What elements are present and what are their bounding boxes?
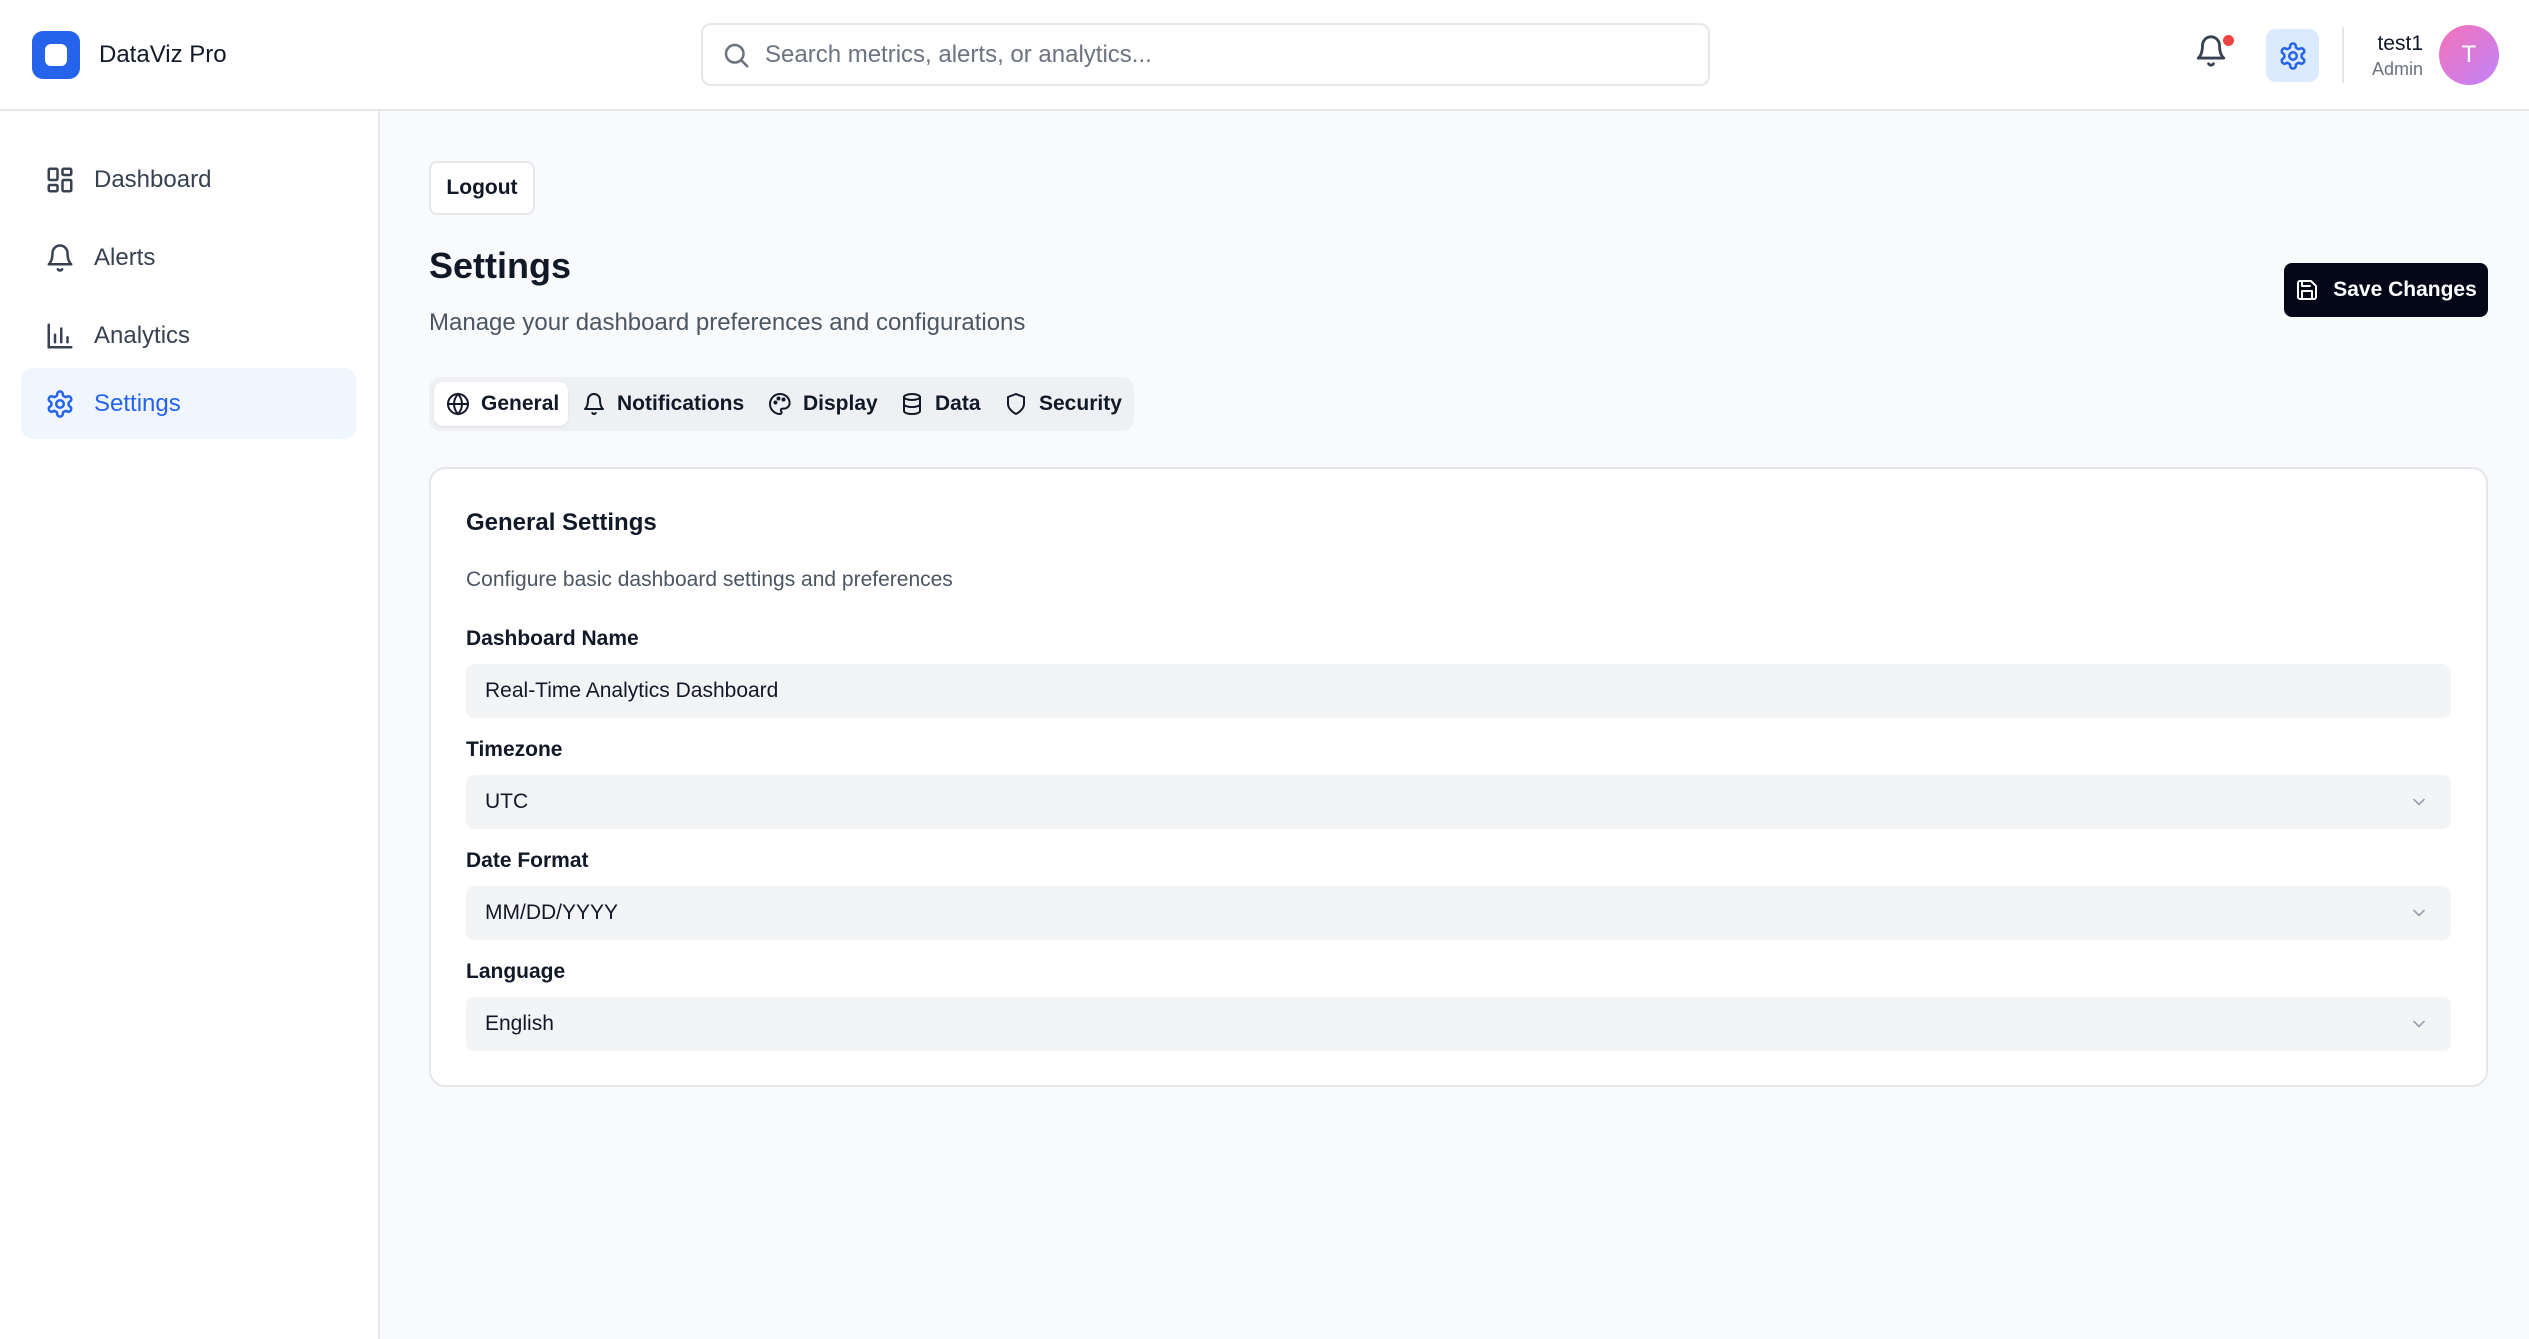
user-info: test1 Admin xyxy=(2350,30,2423,80)
general-settings-card: General Settings Configure basic dashboa… xyxy=(429,467,2488,1087)
field-value: Real-Time Analytics Dashboard xyxy=(485,679,779,702)
page-subtitle: Manage your dashboard preferences and co… xyxy=(429,309,1026,336)
sidebar-item-analytics[interactable]: Analytics xyxy=(21,300,356,371)
gear-icon xyxy=(2278,41,2308,71)
top-bar: DataViz Pro test1 Admin T xyxy=(0,0,2529,111)
save-changes-button[interactable]: Save Changes xyxy=(2284,263,2488,317)
field-value: English xyxy=(485,1012,554,1035)
shield-icon xyxy=(1004,392,1028,416)
bell-icon xyxy=(45,243,75,273)
tab-label: Data xyxy=(935,392,981,415)
dashboard-grid-icon xyxy=(45,165,75,195)
sidebar: Dashboard Alerts Analytics Settings xyxy=(0,111,380,1339)
tab-display[interactable]: Display xyxy=(756,382,886,426)
dashboard-name-label: Dashboard Name xyxy=(466,627,639,650)
gear-icon xyxy=(45,389,75,419)
timezone-select[interactable]: UTC xyxy=(466,775,2451,829)
tab-label: Security xyxy=(1039,392,1122,415)
header-divider xyxy=(2342,27,2344,83)
field-value: MM/DD/YYYY xyxy=(485,901,619,924)
user-role: Admin xyxy=(2371,59,2423,79)
tab-data[interactable]: Data xyxy=(888,382,990,426)
notification-dot xyxy=(2223,35,2234,46)
search-input[interactable] xyxy=(765,40,1665,69)
globe-icon xyxy=(446,392,470,416)
language-select[interactable]: English xyxy=(466,997,2451,1051)
sidebar-item-label: Settings xyxy=(94,389,181,417)
sidebar-item-dashboard[interactable]: Dashboard xyxy=(21,144,356,215)
card-description: Configure basic dashboard settings and p… xyxy=(466,568,953,591)
database-icon xyxy=(900,392,924,416)
tab-notifications[interactable]: Notifications xyxy=(570,382,754,426)
app-logo-icon xyxy=(32,31,80,79)
sidebar-item-alerts[interactable]: Alerts xyxy=(21,222,356,293)
notifications-button[interactable] xyxy=(2194,34,2236,76)
date-format-label: Date Format xyxy=(466,849,589,872)
sidebar-item-label: Alerts xyxy=(94,243,156,271)
chevron-down-icon xyxy=(2409,1014,2429,1034)
date-format-select[interactable]: MM/DD/YYYY xyxy=(466,886,2451,940)
bell-icon xyxy=(582,392,606,416)
card-title: General Settings xyxy=(466,509,657,536)
save-button-label: Save Changes xyxy=(2333,278,2477,301)
main-content: Logout Settings Manage your dashboard pr… xyxy=(381,111,2529,1339)
tab-security[interactable]: Security xyxy=(992,382,1129,426)
app-name: DataViz Pro xyxy=(99,41,227,68)
user-name: test1 xyxy=(2377,32,2423,55)
field-value: UTC xyxy=(485,790,529,813)
timezone-label: Timezone xyxy=(466,738,563,761)
sidebar-item-settings[interactable]: Settings xyxy=(21,368,356,439)
avatar[interactable]: T xyxy=(2439,25,2499,85)
brand[interactable]: DataViz Pro xyxy=(32,31,227,79)
search-bar[interactable] xyxy=(701,23,1710,86)
bar-chart-icon xyxy=(45,321,75,351)
settings-button[interactable] xyxy=(2266,29,2319,82)
dashboard-name-input[interactable]: Real-Time Analytics Dashboard xyxy=(466,664,2451,718)
tab-label: Notifications xyxy=(617,392,745,415)
language-label: Language xyxy=(466,960,566,983)
tab-label: Display xyxy=(803,392,878,415)
sidebar-item-label: Dashboard xyxy=(94,165,212,193)
search-icon xyxy=(721,40,751,70)
tab-label: General xyxy=(481,392,560,415)
palette-icon xyxy=(768,392,792,416)
page-title: Settings xyxy=(429,245,572,286)
settings-tabs: General Notifications Display Data Secur… xyxy=(429,377,1134,431)
tab-general[interactable]: General xyxy=(434,382,568,426)
chevron-down-icon xyxy=(2409,792,2429,812)
sidebar-item-label: Analytics xyxy=(94,321,191,349)
save-icon xyxy=(2295,278,2319,302)
chevron-down-icon xyxy=(2409,903,2429,923)
logout-button[interactable]: Logout xyxy=(429,161,535,215)
